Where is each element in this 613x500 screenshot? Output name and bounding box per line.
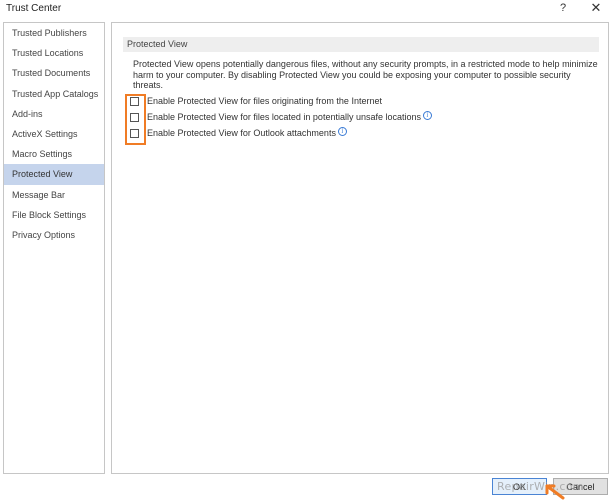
outlook-attachments-label[interactable]: Enable Protected View for Outlook attach… <box>147 127 347 140</box>
sidebar-item-trusted-app-catalogs[interactable]: Trusted App Catalogs <box>4 84 104 104</box>
sidebar-item-trusted-locations[interactable]: Trusted Locations <box>4 43 104 63</box>
description-text: Protected View opens potentially dangero… <box>133 59 598 91</box>
sidebar-item-privacy-options[interactable]: Privacy Options <box>4 225 104 245</box>
sidebar-item-macro-settings[interactable]: Macro Settings <box>4 144 104 164</box>
watermark-text: RepairWin.com <box>497 480 584 493</box>
title-bar: Trust Center ? ✕ <box>0 0 613 18</box>
section-title: Protected View <box>123 37 599 52</box>
sidebar: Trusted Publishers Trusted Locations Tru… <box>3 22 105 474</box>
info-icon[interactable]: i <box>337 127 347 136</box>
close-button[interactable]: ✕ <box>586 0 606 18</box>
help-button[interactable]: ? <box>553 0 573 18</box>
sidebar-item-message-bar[interactable]: Message Bar <box>4 185 104 205</box>
pointer-arrow-icon <box>545 484 565 500</box>
content-panel: Protected View Protected View opens pote… <box>111 22 609 474</box>
internet-files-label[interactable]: Enable Protected View for files originat… <box>147 95 382 108</box>
sidebar-item-activex-settings[interactable]: ActiveX Settings <box>4 124 104 144</box>
sidebar-item-file-block-settings[interactable]: File Block Settings <box>4 205 104 225</box>
sidebar-item-add-ins[interactable]: Add-ins <box>4 104 104 124</box>
sidebar-item-trusted-documents[interactable]: Trusted Documents <box>4 63 104 83</box>
unsafe-locations-label[interactable]: Enable Protected View for files located … <box>147 111 432 124</box>
outlook-attachments-checkbox[interactable] <box>130 129 139 138</box>
sidebar-item-protected-view[interactable]: Protected View <box>4 164 104 185</box>
sidebar-item-trusted-publishers[interactable]: Trusted Publishers <box>4 23 104 43</box>
window-title: Trust Center <box>6 3 62 14</box>
unsafe-locations-checkbox[interactable] <box>130 113 139 122</box>
internet-files-checkbox[interactable] <box>130 97 139 106</box>
info-icon[interactable]: i <box>423 111 432 120</box>
